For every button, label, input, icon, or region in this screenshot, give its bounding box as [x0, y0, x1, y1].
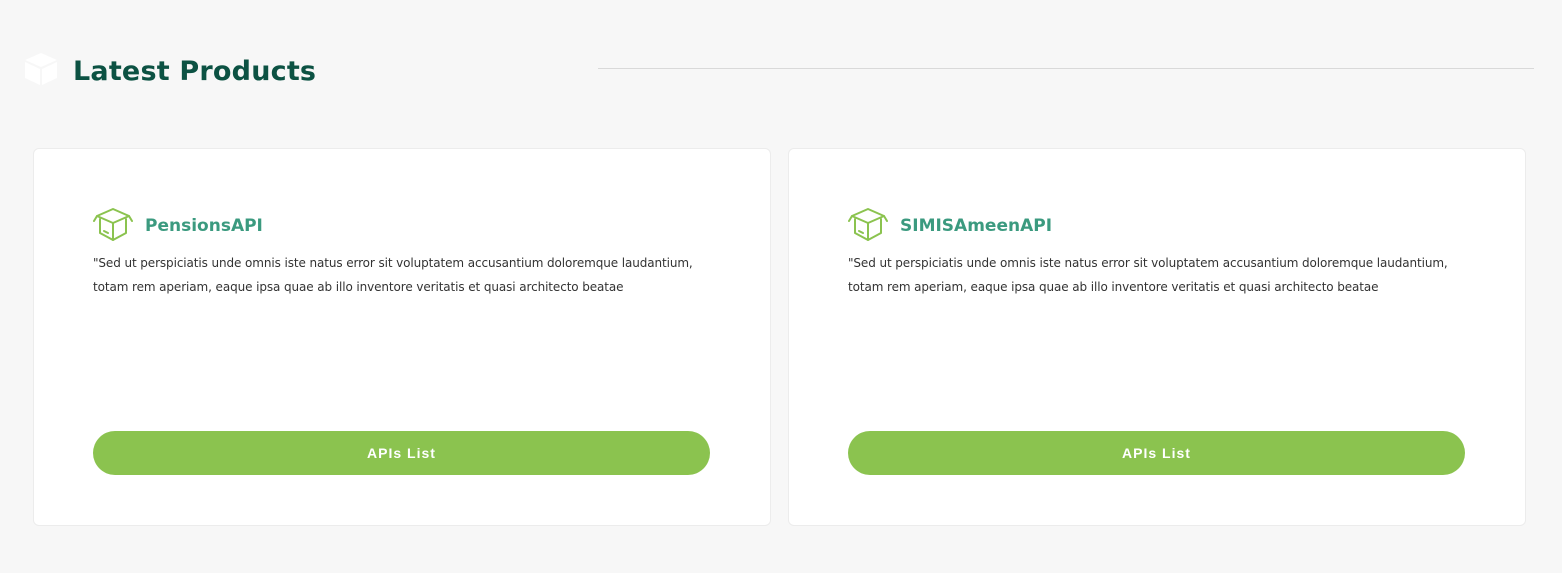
- product-card: PensionsAPI "Sed ut perspiciatis unde om…: [33, 148, 771, 526]
- open-box-icon: [848, 207, 888, 243]
- product-name: SIMISAmeenAPI: [900, 216, 1053, 236]
- section-title: Latest Products: [73, 56, 317, 87]
- product-description: "Sed ut perspiciatis unde omnis iste nat…: [848, 256, 1448, 294]
- open-box-icon: [93, 207, 133, 243]
- product-description: "Sed ut perspiciatis unde omnis iste nat…: [93, 256, 693, 294]
- apis-list-button[interactable]: APIs List: [848, 431, 1465, 475]
- product-card: SIMISAmeenAPI "Sed ut perspiciatis unde …: [788, 148, 1526, 526]
- section-header: Latest Products: [0, 0, 1562, 140]
- header-divider: [598, 68, 1534, 69]
- product-name: PensionsAPI: [145, 216, 263, 236]
- apis-list-button[interactable]: APIs List: [93, 431, 710, 475]
- box-icon: [22, 51, 60, 87]
